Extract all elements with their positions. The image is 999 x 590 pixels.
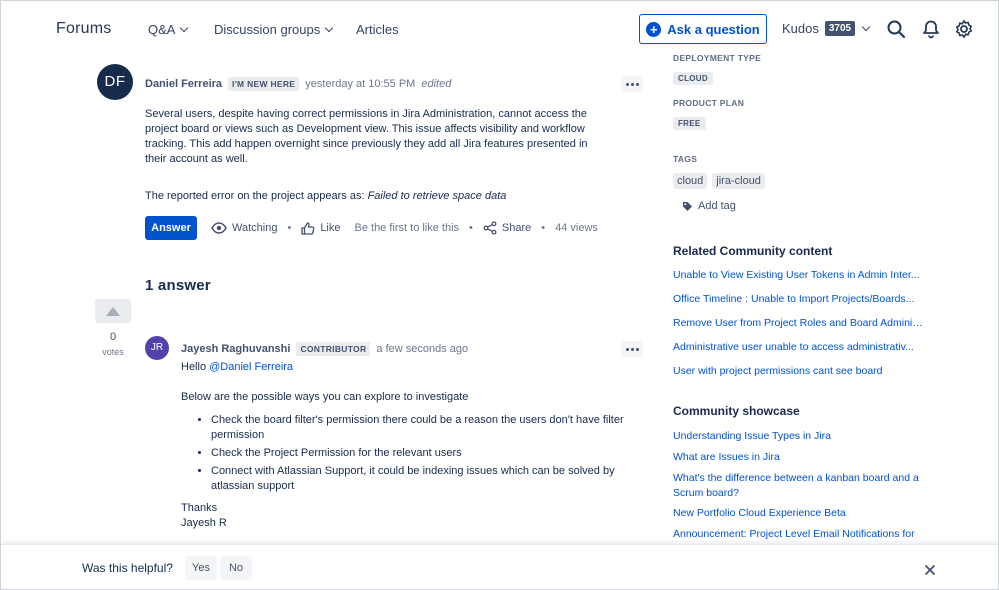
product-plan-value: FREE bbox=[673, 117, 706, 130]
page: Forums Q&A Discussion groups Articles + … bbox=[0, 0, 999, 590]
watching-button[interactable]: Watching bbox=[211, 222, 277, 234]
thumbs-up-icon bbox=[301, 221, 315, 235]
edited-label[interactable]: edited bbox=[421, 78, 451, 90]
error-prefix: The reported error on the project appear… bbox=[145, 190, 368, 202]
bell-icon[interactable] bbox=[921, 19, 941, 39]
view-count: 44 views bbox=[555, 222, 598, 234]
chevron-down-icon bbox=[324, 23, 334, 33]
related-link[interactable]: Remove User from Project Roles and Board… bbox=[673, 316, 923, 331]
answer-intro: Below are the possible ways you can expl… bbox=[181, 391, 469, 403]
ask-question-button[interactable]: + Ask a question bbox=[639, 14, 767, 44]
question-actions: Answer Watching • Like Be the first to l… bbox=[145, 216, 598, 240]
author-badge: I'M NEW HERE bbox=[228, 77, 300, 91]
product-plan-label: PRODUCT PLAN bbox=[673, 98, 745, 108]
deployment-type-value: CLOUD bbox=[673, 72, 713, 85]
share-button[interactable]: Share bbox=[483, 221, 531, 235]
brand-forums[interactable]: Forums bbox=[56, 20, 111, 38]
answer-thanks: Thanks bbox=[181, 502, 218, 514]
kudos-label: Kudos bbox=[782, 21, 819, 36]
answer-button[interactable]: Answer bbox=[145, 216, 197, 240]
nav-articles[interactable]: Articles bbox=[356, 22, 399, 37]
helpful-feedback-bar: Was this helpful? Yes No bbox=[1, 544, 998, 589]
question-meta: Daniel Ferreira I'M NEW HERE yesterday a… bbox=[145, 77, 451, 91]
upvote-button[interactable] bbox=[95, 299, 131, 323]
top-nav: Forums Q&A Discussion groups Articles + … bbox=[1, 1, 998, 57]
greeting: Hello bbox=[181, 361, 210, 373]
share-icon bbox=[483, 221, 497, 235]
plus-icon: + bbox=[646, 21, 662, 37]
nav-qa[interactable]: Q&A bbox=[148, 22, 189, 37]
chevron-down-icon bbox=[861, 22, 871, 32]
tag-icon bbox=[683, 201, 692, 211]
question-timestamp: yesterday at 10:55 PM bbox=[305, 78, 416, 90]
gear-icon[interactable] bbox=[954, 19, 974, 39]
like-hint: Be the first to like this bbox=[354, 222, 460, 234]
answer-body: Hello @Daniel Ferreira Below are the pos… bbox=[181, 360, 641, 531]
tag-cloud[interactable]: cloud bbox=[673, 173, 708, 189]
tag-jira-cloud[interactable]: jira-cloud bbox=[712, 173, 765, 189]
showcase-link[interactable]: Understanding Issue Types in Jira bbox=[673, 429, 933, 444]
separator-dot: • bbox=[287, 222, 292, 234]
vote-count: 0 bbox=[109, 331, 117, 343]
showcase-link[interactable]: New Portfolio Cloud Experience Beta bbox=[673, 506, 933, 521]
helpful-no-button[interactable]: No bbox=[220, 556, 252, 580]
question-more-button[interactable] bbox=[621, 76, 643, 92]
separator-dot: • bbox=[469, 222, 473, 234]
community-showcase-heading: Community showcase bbox=[673, 404, 800, 418]
ask-question-label: Ask a question bbox=[667, 21, 760, 37]
helpful-yes-button[interactable]: Yes bbox=[185, 556, 217, 580]
answers-heading: 1 answer bbox=[145, 277, 211, 294]
question-body: Several users, despite having correct pe… bbox=[145, 108, 588, 165]
kudos-count: 3705 bbox=[824, 21, 856, 36]
author-badge: CONTRIBUTOR bbox=[296, 342, 371, 356]
search-icon[interactable] bbox=[886, 19, 906, 39]
helpful-question: Was this helpful? bbox=[82, 561, 173, 575]
nav-articles-label: Articles bbox=[356, 22, 399, 37]
nav-qa-label: Q&A bbox=[148, 22, 176, 37]
nav-discussion-groups[interactable]: Discussion groups bbox=[214, 22, 334, 37]
answer-timestamp: a few seconds ago bbox=[376, 343, 469, 355]
answer-meta: Jayesh Raghuvanshi CONTRIBUTOR a few sec… bbox=[181, 342, 468, 356]
list-item: Connect with Atlassian Support, it could… bbox=[211, 464, 641, 494]
share-label: Share bbox=[501, 222, 532, 234]
related-link[interactable]: User with project permissions cant see b… bbox=[673, 364, 923, 379]
like-label: Like bbox=[320, 222, 341, 234]
showcase-link[interactable]: Announcement: Project Level Email Notifi… bbox=[673, 527, 923, 542]
tags-label: TAGS bbox=[673, 154, 698, 164]
avatar[interactable]: JR bbox=[145, 336, 169, 360]
answer-author[interactable]: Jayesh Raghuvanshi bbox=[181, 343, 290, 355]
nav-discussion-groups-label: Discussion groups bbox=[214, 22, 321, 37]
votes-label: votes bbox=[102, 347, 124, 357]
answer-signature: Jayesh R bbox=[181, 517, 227, 529]
related-link[interactable]: Administrative user unable to access adm… bbox=[673, 340, 923, 355]
answer-more-button[interactable] bbox=[621, 341, 643, 357]
close-icon[interactable] bbox=[924, 564, 936, 576]
list-item: Check the board filter's permission ther… bbox=[211, 413, 641, 443]
list-item: Check the Project Permission for the rel… bbox=[211, 446, 641, 461]
avatar[interactable]: DF bbox=[97, 64, 133, 100]
showcase-link[interactable]: What are Issues in Jira bbox=[673, 450, 933, 465]
add-tag-button[interactable]: Add tag bbox=[682, 200, 736, 212]
showcase-link[interactable]: What's the difference between a kanban b… bbox=[673, 471, 923, 501]
kudos-menu[interactable]: Kudos 3705 bbox=[782, 21, 871, 36]
related-link[interactable]: Unable to View Existing User Tokens in A… bbox=[673, 268, 923, 283]
deployment-type-label: DEPLOYMENT TYPE bbox=[673, 53, 762, 63]
like-button[interactable]: Like bbox=[301, 221, 341, 235]
tag-list: cloud jira-cloud bbox=[673, 173, 765, 189]
question-error-line: The reported error on the project appear… bbox=[145, 190, 506, 202]
question-author[interactable]: Daniel Ferreira bbox=[145, 78, 222, 90]
separator-dot: • bbox=[541, 222, 546, 234]
upvote-arrow-icon bbox=[106, 306, 120, 316]
user-mention-link[interactable]: @Daniel Ferreira bbox=[209, 361, 293, 373]
answer-list: Check the board filter's permission ther… bbox=[211, 413, 641, 494]
error-text: Failed to retrieve space data bbox=[367, 190, 507, 202]
chevron-down-icon bbox=[180, 23, 189, 33]
add-tag-label: Add tag bbox=[698, 200, 736, 212]
related-link[interactable]: Office Timeline : Unable to Import Proje… bbox=[673, 292, 923, 307]
related-content-heading: Related Community content bbox=[673, 244, 833, 258]
answer-greeting-line: Hello @Daniel Ferreira bbox=[181, 360, 641, 375]
eye-icon bbox=[211, 222, 227, 234]
watching-label: Watching bbox=[232, 222, 278, 234]
